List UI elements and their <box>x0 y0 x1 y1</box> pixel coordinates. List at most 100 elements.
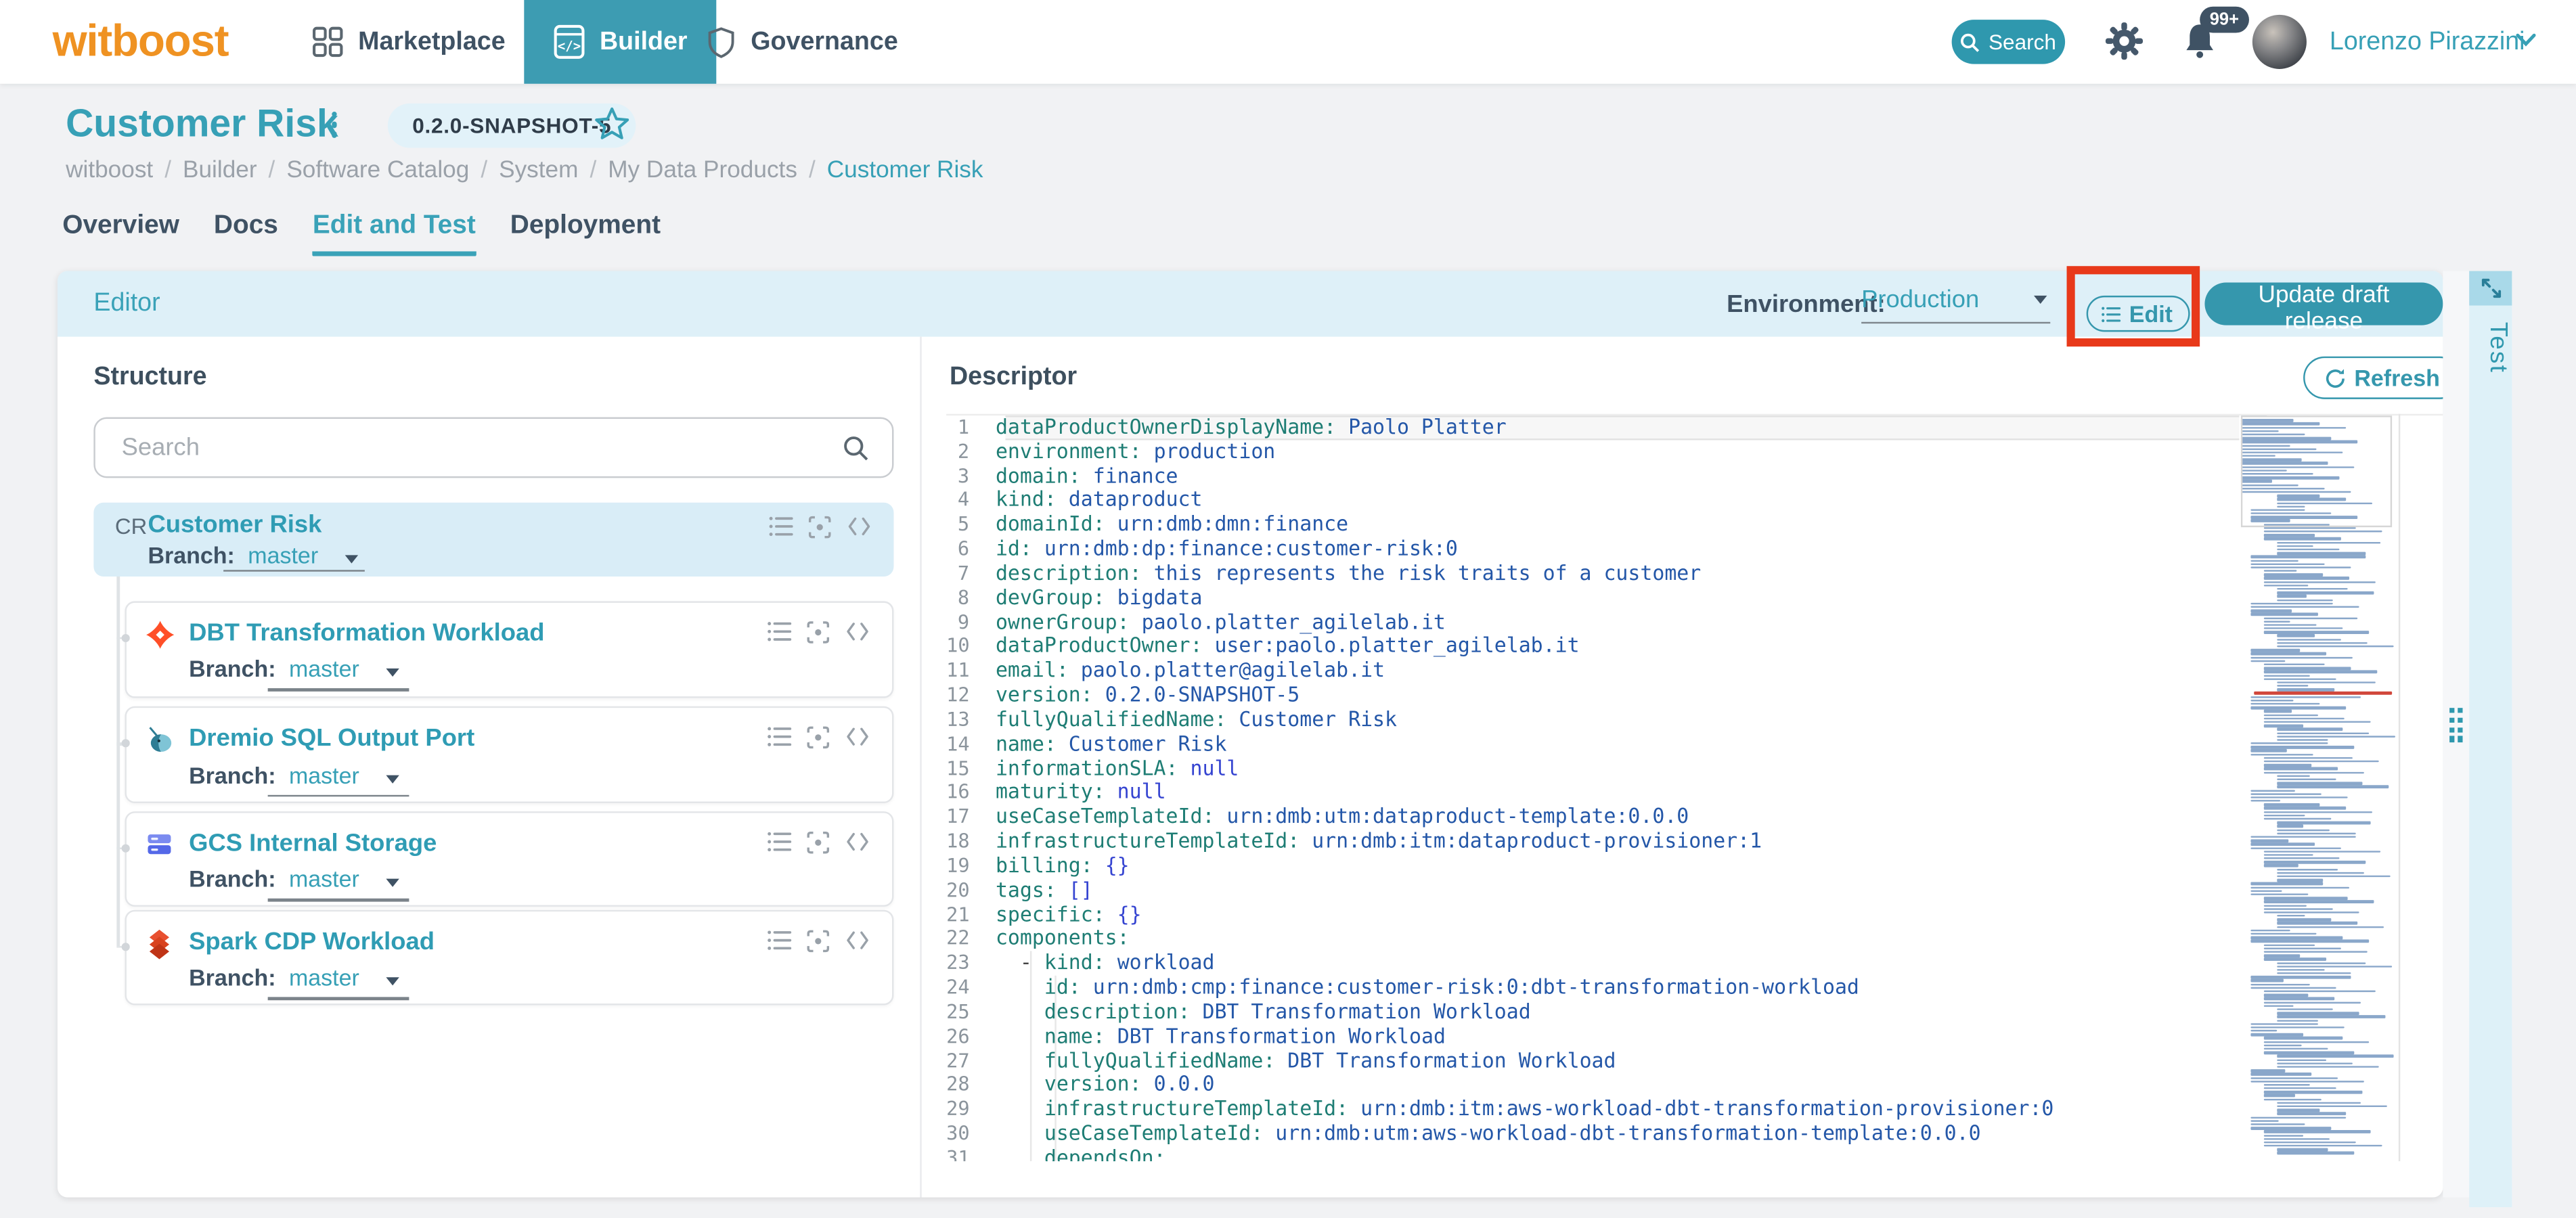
line-number: 5 <box>957 513 970 537</box>
update-draft-release-button[interactable]: Update draft release <box>2204 282 2443 335</box>
line-number: 26 <box>946 1024 970 1047</box>
focus-target-icon[interactable] <box>807 830 831 853</box>
global-search-button[interactable]: Search <box>1951 20 2066 64</box>
line-number: 27 <box>946 1048 970 1072</box>
branch-label: Branch: <box>189 656 276 683</box>
code-minimap[interactable] <box>2240 415 2396 1161</box>
user-avatar[interactable] <box>2252 14 2307 69</box>
details-list-icon[interactable] <box>769 516 793 539</box>
line-number: 8 <box>957 586 970 610</box>
nav-item-builder[interactable]: </> Builder <box>524 0 717 84</box>
tree-node-2[interactable]: Dremio SQL Output Port Branch: master <box>125 706 894 803</box>
tab-overview[interactable]: Overview <box>62 212 179 256</box>
breadcrumb-item[interactable]: System <box>499 158 578 184</box>
code-line: 28 version: 0.0.0 <box>946 1073 2403 1098</box>
component-name[interactable]: Dremio SQL Output Port <box>189 725 474 752</box>
code-icon[interactable] <box>847 516 872 539</box>
component-name[interactable]: Spark CDP Workload <box>189 928 435 955</box>
tree-node-1[interactable]: DBT Transformation Workload Branch: master <box>125 600 894 698</box>
select-arrow-icon[interactable] <box>385 774 399 783</box>
tree-node-4[interactable]: Spark CDP Workload Branch: master <box>125 909 894 1006</box>
focus-target-icon[interactable] <box>807 621 831 644</box>
user-menu-chevron-down-icon[interactable] <box>2515 33 2537 48</box>
page-tabs: Overview Docs Edit and Test Deployment <box>62 212 661 256</box>
minimap-viewport-slider[interactable] <box>2240 415 2393 528</box>
code-icon[interactable] <box>846 621 870 644</box>
select-arrow-icon[interactable] <box>385 669 399 677</box>
branch-select[interactable]: master <box>289 964 359 991</box>
code-line: 10 dataProductOwner: user:paolo.platter_a… <box>946 635 2403 659</box>
structure-panel-title: Structure <box>93 363 207 391</box>
descriptor-panel-title: Descriptor <box>949 363 1078 391</box>
component-abbr: CR <box>114 514 148 539</box>
details-list-icon[interactable] <box>768 726 792 749</box>
code-line: 2 environment: production <box>946 440 2403 464</box>
edit-button[interactable]: Edit <box>2086 295 2191 332</box>
code-line: 30 useCaseTemplateId: urn:dmb:utm:aws-wo… <box>946 1122 2403 1146</box>
nav-label: Governance <box>751 27 898 55</box>
code-icon[interactable] <box>846 830 870 853</box>
settings-gear-icon[interactable] <box>2104 22 2144 61</box>
code-icon[interactable] <box>846 726 870 749</box>
environment-select[interactable]: Production <box>1861 286 2051 324</box>
node-action-icons <box>768 929 871 952</box>
component-name[interactable]: DBT Transformation Workload <box>189 619 544 647</box>
tree-connector-dot <box>121 942 130 951</box>
nav-item-marketplace[interactable]: Marketplace <box>312 0 506 84</box>
line-number: 13 <box>946 708 970 731</box>
code-icon[interactable] <box>846 929 870 952</box>
structure-search-input[interactable] <box>118 432 843 464</box>
focus-target-icon[interactable] <box>808 516 832 539</box>
component-name[interactable]: GCS Internal Storage <box>189 829 437 857</box>
tab-deployment[interactable]: Deployment <box>510 212 661 256</box>
favorite-star-icon[interactable] <box>595 107 629 140</box>
details-list-icon[interactable] <box>768 621 792 644</box>
dbt-icon <box>146 621 176 650</box>
code-line: 25 description: DBT Transformation Workl… <box>946 1000 2403 1024</box>
editor-panel: Editor Environment: Production Edit Upda… <box>57 266 2462 1198</box>
editor-header-band: Editor Environment: Production Edit Upda… <box>57 266 2443 347</box>
details-list-icon[interactable] <box>768 929 792 952</box>
title-kebab-menu-icon[interactable] <box>332 112 338 138</box>
gcs-icon <box>146 830 176 860</box>
line-number: 7 <box>957 562 970 585</box>
tab-edit-and-test[interactable]: Edit and Test <box>312 212 476 256</box>
select-arrow-icon[interactable] <box>385 977 399 986</box>
branch-select[interactable]: master <box>248 542 318 568</box>
details-list-icon[interactable] <box>768 830 792 853</box>
line-number: 21 <box>946 902 970 926</box>
panel-divider <box>920 336 922 1198</box>
line-number: 25 <box>946 999 970 1023</box>
tab-docs[interactable]: Docs <box>214 212 278 256</box>
splitter-drag-handle-icon[interactable] <box>2448 708 2464 742</box>
breadcrumb-item[interactable]: Software Catalog <box>286 158 469 184</box>
branch-select[interactable]: master <box>289 656 359 682</box>
code-line: 3 domain: finance <box>946 464 2403 489</box>
focus-target-icon[interactable] <box>807 929 831 952</box>
yaml-code-editor[interactable]: 1 dataProductOwnerDisplayName: Paolo Plat… <box>946 415 2403 1162</box>
select-arrow-icon <box>2033 295 2047 304</box>
component-name[interactable]: Customer Risk <box>148 511 321 539</box>
branch-label: Branch: <box>189 865 276 893</box>
branch-select[interactable]: master <box>289 761 359 788</box>
nav-item-governance[interactable]: Governance <box>707 0 898 84</box>
select-arrow-icon[interactable] <box>385 878 399 887</box>
user-name[interactable]: Lorenzo Pirazzini <box>2330 28 2525 58</box>
breadcrumb-item[interactable]: My Data Products <box>608 158 797 184</box>
branch-select[interactable]: master <box>289 865 359 892</box>
tree-node-root[interactable]: CR Customer Risk Branch: master <box>93 502 894 576</box>
witboost-logo[interactable]: witboost <box>53 16 229 67</box>
code-line: 1 dataProductOwnerDisplayName: Paolo Plat… <box>946 415 2403 440</box>
breadcrumb-item[interactable]: Customer Risk <box>827 158 983 184</box>
expand-test-panel-button[interactable] <box>2469 271 2512 306</box>
focus-target-icon[interactable] <box>807 726 831 749</box>
tree-node-3[interactable]: GCS Internal Storage Branch: master <box>125 810 894 907</box>
breadcrumb-item[interactable]: Builder <box>183 158 257 184</box>
refresh-button[interactable]: Refresh <box>2303 356 2462 399</box>
select-arrow-icon[interactable] <box>345 555 358 564</box>
test-tab[interactable]: Test <box>2469 322 2512 374</box>
branch-select-underline <box>267 898 409 901</box>
code-line: 22 components: <box>946 927 2403 951</box>
breadcrumb-item[interactable]: witboost <box>66 158 153 184</box>
breadcrumb-separator: / <box>268 158 275 184</box>
